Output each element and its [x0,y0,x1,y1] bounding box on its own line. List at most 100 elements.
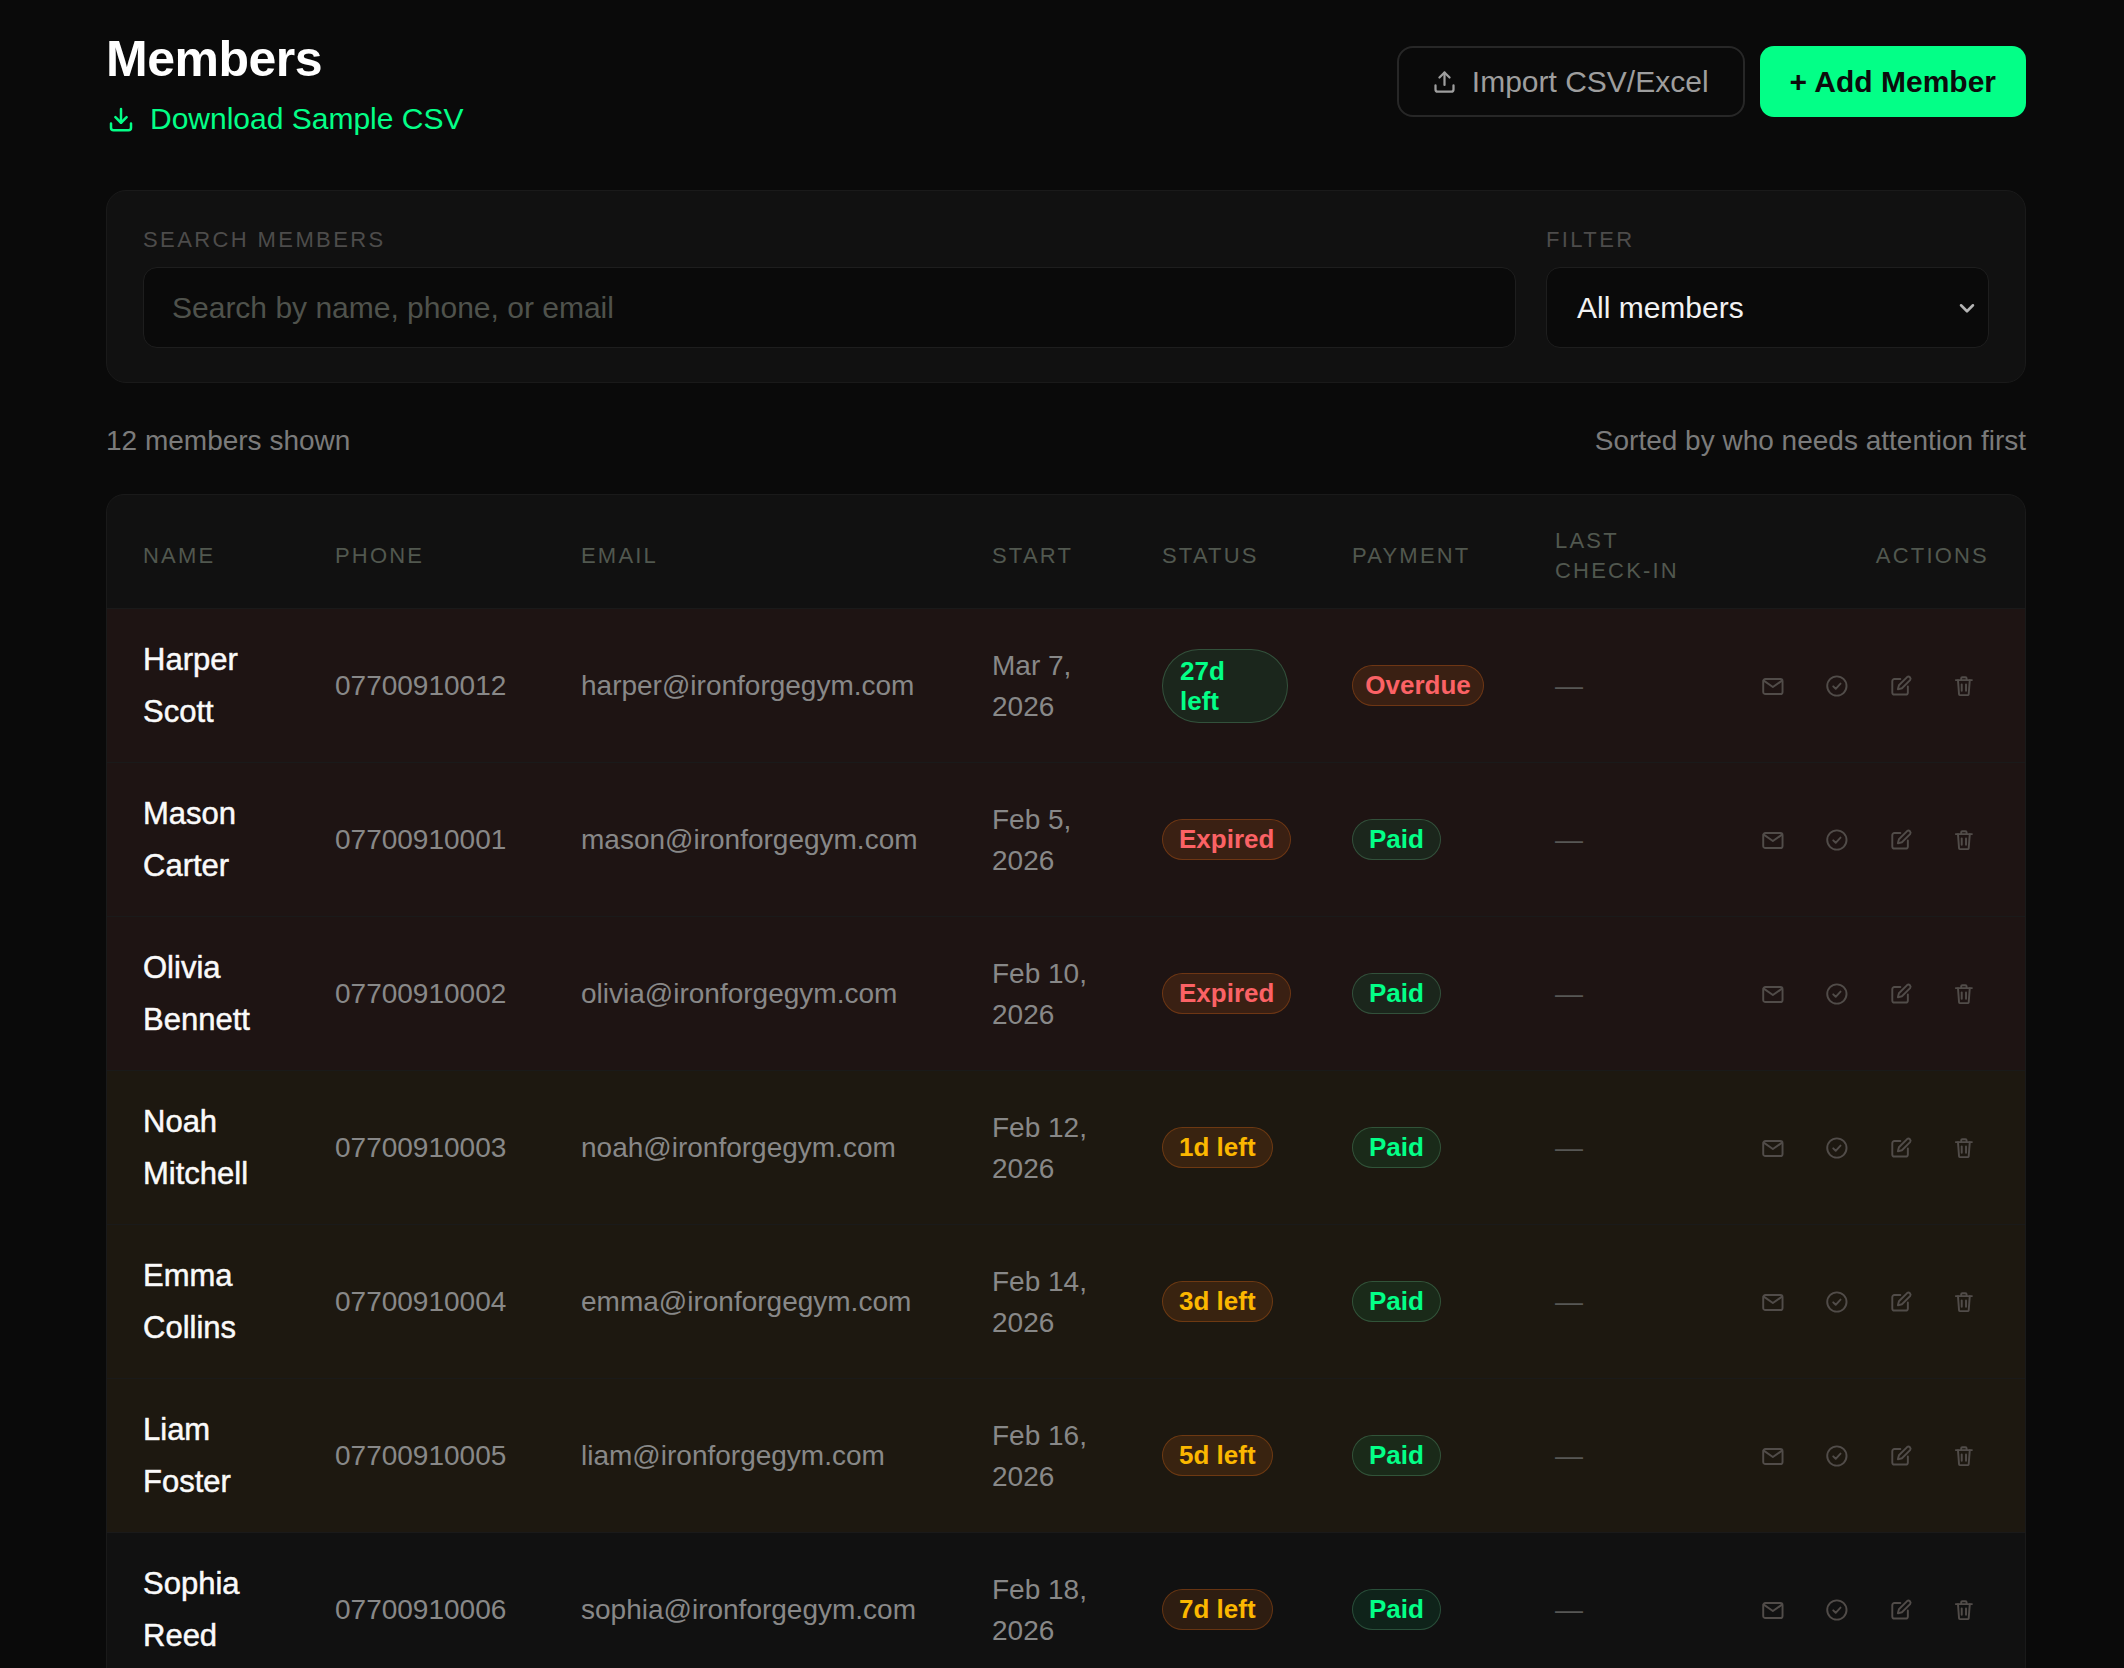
column-header-email: EMAIL [581,541,992,571]
sort-note: Sorted by who needs attention first [1595,425,2026,457]
member-name: Sophia Reed [143,1558,335,1662]
topbar: Members Download Sample CSV Import CSV/E… [106,34,2026,138]
table-body: Harper Scott 07700910012 harper@ironforg… [107,608,2025,1668]
check-in-icon[interactable] [1824,673,1850,699]
row-actions [1760,673,1989,699]
table-row: Mason Carter 07700910001 mason@ironforge… [107,762,2025,916]
delete-icon[interactable] [1951,1597,1977,1623]
search-filter-card: SEARCH MEMBERS FILTER All members [106,190,2026,383]
edit-icon[interactable] [1888,1443,1914,1469]
email-icon[interactable] [1760,1443,1786,1469]
member-name: Noah Mitchell [143,1096,335,1200]
delete-icon[interactable] [1951,673,1977,699]
status-badge: 1d left [1162,1127,1273,1168]
edit-icon[interactable] [1888,1289,1914,1315]
member-start-date: Feb 16, 2026 [992,1415,1162,1497]
email-icon[interactable] [1760,673,1786,699]
email-icon[interactable] [1760,1135,1786,1161]
delete-icon[interactable] [1951,1289,1977,1315]
row-actions [1760,1443,1989,1469]
table-row: Harper Scott 07700910012 harper@ironforg… [107,608,2025,762]
edit-icon[interactable] [1888,1597,1914,1623]
member-status-cell: Expired [1162,973,1352,1014]
download-sample-csv-link[interactable]: Download Sample CSV [106,102,464,136]
payment-badge: Paid [1352,1589,1441,1630]
check-in-icon[interactable] [1824,1135,1850,1161]
member-status-cell: 1d left [1162,1127,1352,1168]
edit-icon[interactable] [1888,673,1914,699]
check-in-icon[interactable] [1824,981,1850,1007]
member-start-date: Feb 5, 2026 [992,799,1162,881]
row-actions [1760,981,1989,1007]
delete-icon[interactable] [1951,827,1977,853]
email-icon[interactable] [1760,1289,1786,1315]
add-member-label: + Add Member [1790,65,1996,99]
check-in-icon[interactable] [1824,1443,1850,1469]
member-last-checkin: — [1555,978,1760,1010]
member-status-cell: 3d left [1162,1281,1352,1322]
member-last-checkin: — [1555,1132,1760,1164]
member-name: Harper Scott [143,634,335,738]
check-in-icon[interactable] [1824,1597,1850,1623]
search-input[interactable] [143,267,1516,348]
email-icon[interactable] [1760,827,1786,853]
member-payment-cell: Paid [1352,973,1555,1014]
edit-icon[interactable] [1888,827,1914,853]
chevron-down-icon [1954,295,1980,321]
member-last-checkin: — [1555,824,1760,856]
member-status-cell: Expired [1162,819,1352,860]
check-in-icon[interactable] [1824,1289,1850,1315]
member-email: liam@ironforgegym.com [581,1440,992,1472]
status-badge: 3d left [1162,1281,1273,1322]
member-email: emma@ironforgegym.com [581,1286,992,1318]
table-header-row: NAMEPHONEEMAILSTARTSTATUSPAYMENTLAST CHE… [107,495,2025,608]
member-payment-cell: Paid [1352,1127,1555,1168]
search-section: SEARCH MEMBERS [143,227,1516,348]
member-start-date: Feb 14, 2026 [992,1261,1162,1343]
members-table: NAMEPHONEEMAILSTARTSTATUSPAYMENTLAST CHE… [106,494,2026,1668]
add-member-button[interactable]: + Add Member [1760,46,2026,117]
member-start-date: Feb 10, 2026 [992,953,1162,1035]
member-email: olivia@ironforgegym.com [581,978,992,1010]
member-last-checkin: — [1555,1286,1760,1318]
member-payment-cell: Paid [1352,1589,1555,1630]
member-status-cell: 27d left [1162,649,1352,723]
edit-icon[interactable] [1888,1135,1914,1161]
row-actions [1760,827,1989,853]
email-icon[interactable] [1760,1597,1786,1623]
member-phone: 07700910003 [335,1132,581,1164]
payment-badge: Paid [1352,973,1441,1014]
column-header-status: STATUS [1162,541,1352,571]
import-csv-button[interactable]: Import CSV/Excel [1397,46,1745,117]
row-actions [1760,1135,1989,1161]
payment-badge: Paid [1352,1127,1441,1168]
row-actions [1760,1289,1989,1315]
table-row: Emma Collins 07700910004 emma@ironforgeg… [107,1224,2025,1378]
member-phone: 07700910002 [335,978,581,1010]
filter-select[interactable]: All members [1546,267,1989,348]
members-count: 12 members shown [106,425,350,457]
topbar-left: Members Download Sample CSV [106,34,464,138]
import-button-label: Import CSV/Excel [1472,65,1709,99]
status-badge: 27d left [1162,649,1288,723]
check-in-icon[interactable] [1824,827,1850,853]
member-payment-cell: Paid [1352,1281,1555,1322]
page-title: Members [106,34,464,84]
member-status-cell: 5d left [1162,1435,1352,1476]
filter-section: FILTER All members [1546,227,1989,348]
delete-icon[interactable] [1951,1135,1977,1161]
column-header-phone: PHONE [335,541,581,571]
edit-icon[interactable] [1888,981,1914,1007]
table-row: Noah Mitchell 07700910003 noah@ironforge… [107,1070,2025,1224]
member-name: Olivia Bennett [143,942,335,1046]
status-badge: 7d left [1162,1589,1273,1630]
row-actions [1760,1597,1989,1623]
email-icon[interactable] [1760,981,1786,1007]
payment-badge: Overdue [1352,665,1484,706]
delete-icon[interactable] [1951,981,1977,1007]
table-row: Sophia Reed 07700910006 sophia@ironforge… [107,1532,2025,1668]
table-row: Liam Foster 07700910005 liam@ironforgegy… [107,1378,2025,1532]
member-payment-cell: Overdue [1352,665,1555,706]
delete-icon[interactable] [1951,1443,1977,1469]
column-header-actions: ACTIONS [1760,541,1989,571]
